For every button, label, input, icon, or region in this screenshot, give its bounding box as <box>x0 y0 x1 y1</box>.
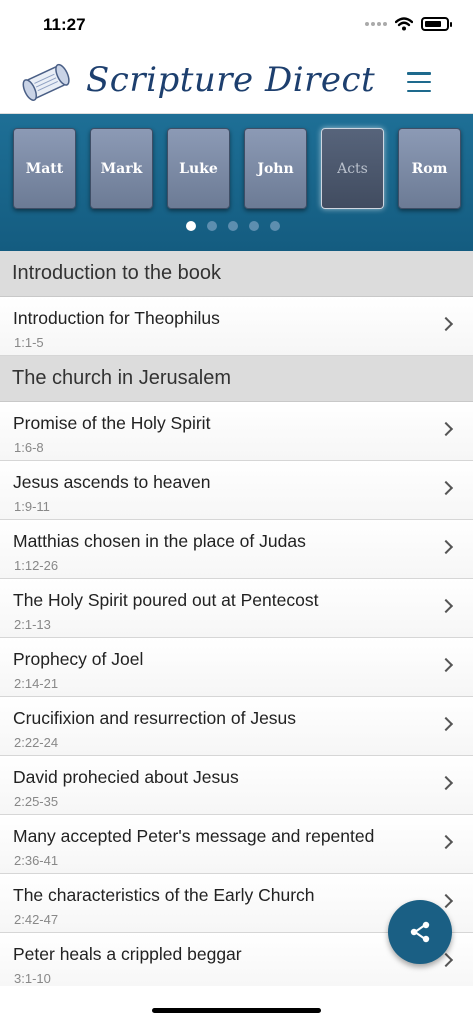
book-tile-luke[interactable]: Luke <box>167 128 230 209</box>
list-item[interactable]: Many accepted Peter's message and repent… <box>0 815 473 874</box>
wifi-icon <box>395 17 413 31</box>
cellular-signal-icon <box>365 22 387 26</box>
status-icons <box>365 17 452 31</box>
status-bar: 11:27 <box>0 0 473 52</box>
item-reference: 3:1-10 <box>14 971 51 986</box>
list-item[interactable]: Prophecy of Joel 2:14-21 <box>0 638 473 697</box>
carousel-dot-1[interactable] <box>186 221 196 231</box>
item-reference: 1:9-11 <box>14 499 50 514</box>
item-title: Many accepted Peter's message and repent… <box>13 826 375 846</box>
item-reference: 2:25-35 <box>14 794 59 809</box>
app-title: Scripture Direct <box>86 60 376 100</box>
hamburger-menu-icon[interactable] <box>407 72 431 92</box>
chevron-right-icon <box>438 834 454 850</box>
item-title: Jesus ascends to heaven <box>13 472 211 492</box>
book-tile-acts[interactable]: Acts <box>321 128 384 209</box>
chevron-right-icon <box>438 421 454 437</box>
home-area <box>0 986 473 1024</box>
book-tile-matt[interactable]: Matt <box>13 128 76 209</box>
item-reference: 2:22-24 <box>14 735 59 750</box>
list-item[interactable]: Promise of the Holy Spirit 1:6-8 <box>0 402 473 461</box>
item-reference: 1:12-26 <box>14 558 59 573</box>
list-item[interactable]: Crucifixion and resurrection of Jesus 2:… <box>0 697 473 756</box>
list-item[interactable]: David prohecied about Jesus 2:25-35 <box>0 756 473 815</box>
item-title: The Holy Spirit poured out at Pentecost <box>13 590 319 610</box>
item-title: Matthias chosen in the place of Judas <box>13 531 306 551</box>
carousel-dot-2[interactable] <box>207 221 217 231</box>
item-reference: 1:6-8 <box>14 440 44 455</box>
item-title: Promise of the Holy Spirit <box>13 413 211 433</box>
chevron-right-icon <box>438 316 454 332</box>
share-button[interactable] <box>388 900 452 964</box>
battery-icon <box>421 17 452 31</box>
book-tile-john[interactable]: John <box>244 128 307 209</box>
scroll-logo-icon <box>22 63 70 101</box>
item-reference: 2:36-41 <box>14 853 59 868</box>
chapter-list: Introduction to the book Introduction fo… <box>0 251 473 992</box>
item-title: Prophecy of Joel <box>13 649 144 669</box>
item-reference: 2:1-13 <box>14 617 51 632</box>
share-icon <box>410 921 430 943</box>
chevron-right-icon <box>438 893 454 909</box>
chevron-right-icon <box>438 657 454 673</box>
item-reference: 2:14-21 <box>14 676 59 691</box>
carousel-dot-3[interactable] <box>228 221 238 231</box>
list-item[interactable]: The Holy Spirit poured out at Pentecost … <box>0 579 473 638</box>
book-carousel[interactable]: Matt Mark Luke John Acts Rom <box>0 114 473 251</box>
item-title: David prohecied about Jesus <box>13 767 239 787</box>
chevron-right-icon <box>438 775 454 791</box>
carousel-dot-4[interactable] <box>249 221 259 231</box>
item-title: Introduction for Theophilus <box>13 308 220 328</box>
home-indicator[interactable] <box>152 1008 321 1013</box>
list-item[interactable]: Jesus ascends to heaven 1:9-11 <box>0 461 473 520</box>
chevron-right-icon <box>438 539 454 555</box>
item-reference: 2:42-47 <box>14 912 59 927</box>
chevron-right-icon <box>438 598 454 614</box>
section-header: The church in Jerusalem <box>0 356 473 402</box>
chevron-right-icon <box>438 716 454 732</box>
carousel-page-indicator <box>186 221 280 231</box>
section-header: Introduction to the book <box>0 251 473 297</box>
list-item[interactable]: Introduction for Theophilus 1:1-5 <box>0 297 473 356</box>
item-title: The characteristics of the Early Church <box>13 885 315 905</box>
chevron-right-icon <box>438 480 454 496</box>
carousel-dot-5[interactable] <box>270 221 280 231</box>
book-tile-rom[interactable]: Rom <box>398 128 461 209</box>
item-reference: 1:1-5 <box>14 335 44 350</box>
book-tile-mark[interactable]: Mark <box>90 128 153 209</box>
item-title: Crucifixion and resurrection of Jesus <box>13 708 297 728</box>
item-title: Peter heals a crippled beggar <box>13 944 242 964</box>
list-item[interactable]: Matthias chosen in the place of Judas 1:… <box>0 520 473 579</box>
status-time: 11:27 <box>43 15 86 34</box>
book-tile-row: Matt Mark Luke John Acts Rom <box>13 128 461 209</box>
app-header: Scripture Direct <box>0 52 473 114</box>
